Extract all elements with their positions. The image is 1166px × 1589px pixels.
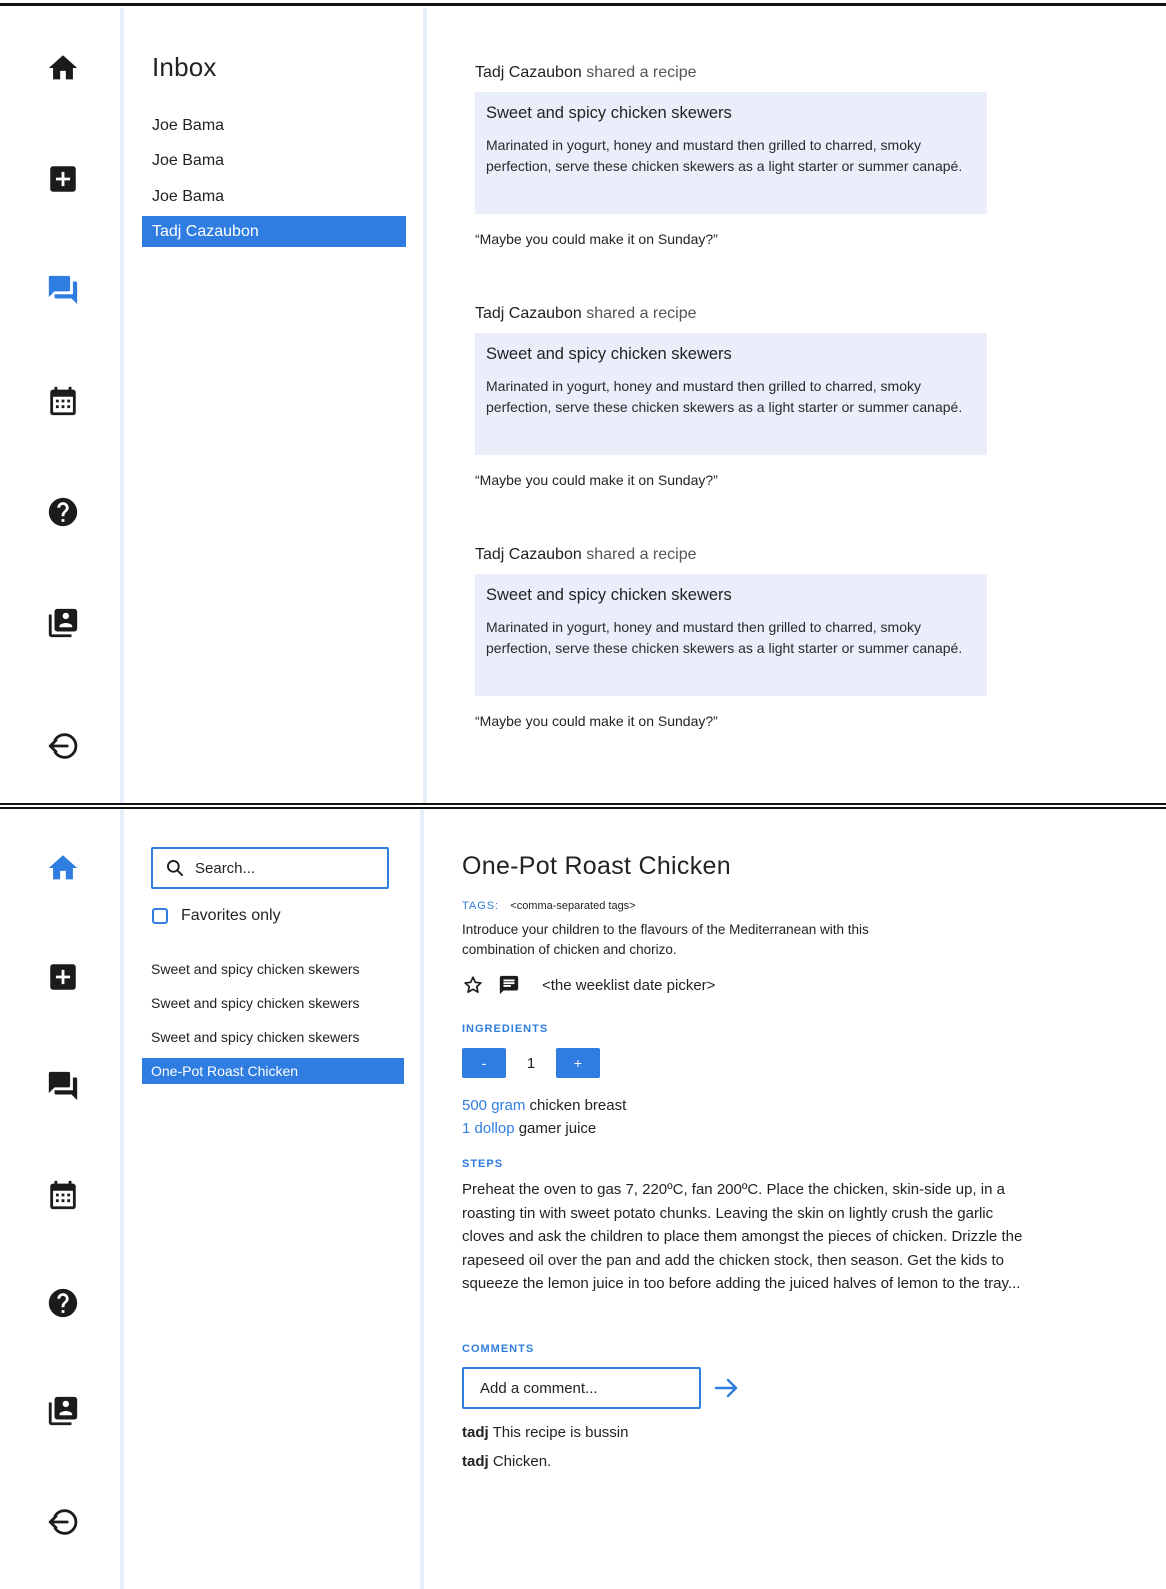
shared-recipe-card[interactable]: Sweet and spicy chicken skewers Marinate… — [475, 92, 987, 214]
inbox-thread-selected[interactable]: Tadj Cazaubon — [142, 216, 406, 247]
chat-icon[interactable] — [43, 270, 83, 310]
recipe-description: Marinated in yogurt, honey and mustard t… — [486, 137, 963, 174]
home-icon[interactable] — [43, 848, 83, 888]
message-text: “Maybe you could make it on Sunday?” — [475, 231, 718, 247]
panel-divider — [0, 807, 1166, 809]
weeklist-date-picker[interactable]: <the weeklist date picker> — [542, 977, 715, 994]
inbox-thread[interactable]: Joe Bama — [142, 181, 406, 212]
add-box-icon[interactable] — [43, 957, 83, 997]
ingredient-item: 1 dollop gamer juice — [462, 1120, 596, 1137]
home-icon[interactable] — [43, 48, 83, 88]
rail-separator — [120, 8, 124, 803]
sender-name: Tadj Cazaubon — [475, 546, 582, 563]
favorites-toggle[interactable]: Favorites only — [152, 907, 281, 925]
comments-label: COMMENTS — [462, 1343, 535, 1355]
inbox-title: Inbox — [152, 52, 217, 82]
arrow-right-icon — [714, 1378, 738, 1398]
recipe-steps: Preheat the oven to gas 7, 220ºC, fan 20… — [462, 1181, 1023, 1292]
logout-icon[interactable] — [43, 726, 83, 766]
message-header: Tadj Cazaubon shared a recipe — [475, 305, 697, 323]
message-text: “Maybe you could make it on Sunday?” — [475, 472, 718, 488]
steps-label: STEPS — [462, 1158, 504, 1170]
comment-text: This recipe is bussin — [492, 1424, 629, 1441]
comment-icon[interactable] — [498, 974, 520, 996]
recipe-title: One-Pot Roast Chicken — [462, 852, 731, 880]
message-action: shared a recipe — [586, 64, 697, 81]
inbox-thread[interactable]: Joe Bama — [142, 145, 406, 176]
chat-icon[interactable] — [43, 1066, 83, 1106]
comment-text: Chicken. — [492, 1453, 552, 1470]
comment-field[interactable] — [462, 1367, 701, 1409]
list-separator — [423, 8, 427, 803]
message-action: shared a recipe — [586, 546, 697, 563]
sender-name: Tadj Cazaubon — [475, 305, 582, 322]
add-box-icon[interactable] — [43, 159, 83, 199]
help-icon[interactable] — [43, 1283, 83, 1323]
inbox-thread[interactable]: Joe Bama — [142, 110, 406, 141]
message-text: “Maybe you could make it on Sunday?” — [475, 713, 718, 729]
rail-separator — [120, 810, 124, 1589]
shared-recipe-card[interactable]: Sweet and spicy chicken skewers Marinate… — [475, 333, 987, 455]
recipe-description: Marinated in yogurt, honey and mustard t… — [486, 619, 963, 656]
tags-value[interactable]: <comma-separated tags> — [510, 900, 635, 912]
increment-button[interactable]: + — [556, 1048, 600, 1078]
search-icon — [167, 860, 183, 876]
comment-user: tadj — [462, 1424, 489, 1441]
decrement-button[interactable]: - — [462, 1048, 506, 1078]
recipe-description: Introduce your children to the flavours … — [462, 922, 869, 957]
ingredient-name: gamer juice — [518, 1120, 597, 1137]
sender-name: Tadj Cazaubon — [475, 64, 582, 81]
ingredient-item: 500 gram chicken breast — [462, 1097, 626, 1114]
favorites-label: Favorites only — [181, 907, 281, 924]
contacts-icon[interactable] — [43, 603, 83, 643]
message-header: Tadj Cazaubon shared a recipe — [475, 64, 697, 82]
recipe-title: Sweet and spicy chicken skewers — [486, 345, 732, 363]
comment-user: tadj — [462, 1453, 489, 1470]
contacts-icon[interactable] — [43, 1391, 83, 1431]
recipe-list-item[interactable]: Sweet and spicy chicken skewers — [142, 956, 404, 982]
message-header: Tadj Cazaubon shared a recipe — [475, 546, 697, 564]
recipe-description: Marinated in yogurt, honey and mustard t… — [486, 378, 963, 415]
calendar-icon[interactable] — [43, 381, 83, 421]
list-separator — [420, 810, 424, 1589]
recipe-screen: Favorites only Sweet and spicy chicken s… — [0, 810, 1166, 1589]
recipe-actions: <the weeklist date picker> — [462, 974, 715, 996]
logout-icon[interactable] — [43, 1502, 83, 1542]
calendar-icon[interactable] — [43, 1175, 83, 1215]
comment-item: tadj Chicken. — [462, 1453, 551, 1470]
comment-input[interactable] — [480, 1379, 690, 1397]
send-comment-button[interactable] — [711, 1375, 741, 1401]
recipe-list-item[interactable]: Sweet and spicy chicken skewers — [142, 990, 404, 1016]
recipe-title: Sweet and spicy chicken skewers — [486, 104, 732, 122]
tags-label: TAGS: — [462, 900, 500, 912]
ingredients-label: INGREDIENTS — [462, 1023, 549, 1035]
servings-value: 1 — [526, 1054, 536, 1072]
ingredient-qty: 500 gram — [462, 1097, 526, 1114]
recipe-list-item-selected[interactable]: One-Pot Roast Chicken — [142, 1058, 404, 1084]
help-icon[interactable] — [43, 492, 83, 532]
tags-row: TAGS: <comma-separated tags> — [462, 900, 636, 912]
search-input[interactable] — [195, 859, 375, 877]
shared-recipe-card[interactable]: Sweet and spicy chicken skewers Marinate… — [475, 574, 987, 696]
panel-divider — [0, 803, 1166, 805]
comment-item: tadj This recipe is bussin — [462, 1424, 628, 1441]
message-action: shared a recipe — [586, 305, 697, 322]
recipe-list-item[interactable]: Sweet and spicy chicken skewers — [142, 1024, 404, 1050]
recipe-title: Sweet and spicy chicken skewers — [486, 586, 732, 604]
top-border — [0, 3, 1166, 6]
ingredient-name: chicken breast — [529, 1097, 627, 1114]
star-icon[interactable] — [462, 974, 484, 996]
favorites-checkbox[interactable] — [152, 908, 168, 924]
inbox-screen: Inbox Joe Bama Joe Bama Joe Bama Tadj Ca… — [0, 8, 1166, 803]
servings-stepper: - 1 + — [462, 1048, 600, 1078]
ingredient-qty: 1 dollop — [462, 1120, 515, 1137]
search-field[interactable] — [151, 847, 389, 889]
